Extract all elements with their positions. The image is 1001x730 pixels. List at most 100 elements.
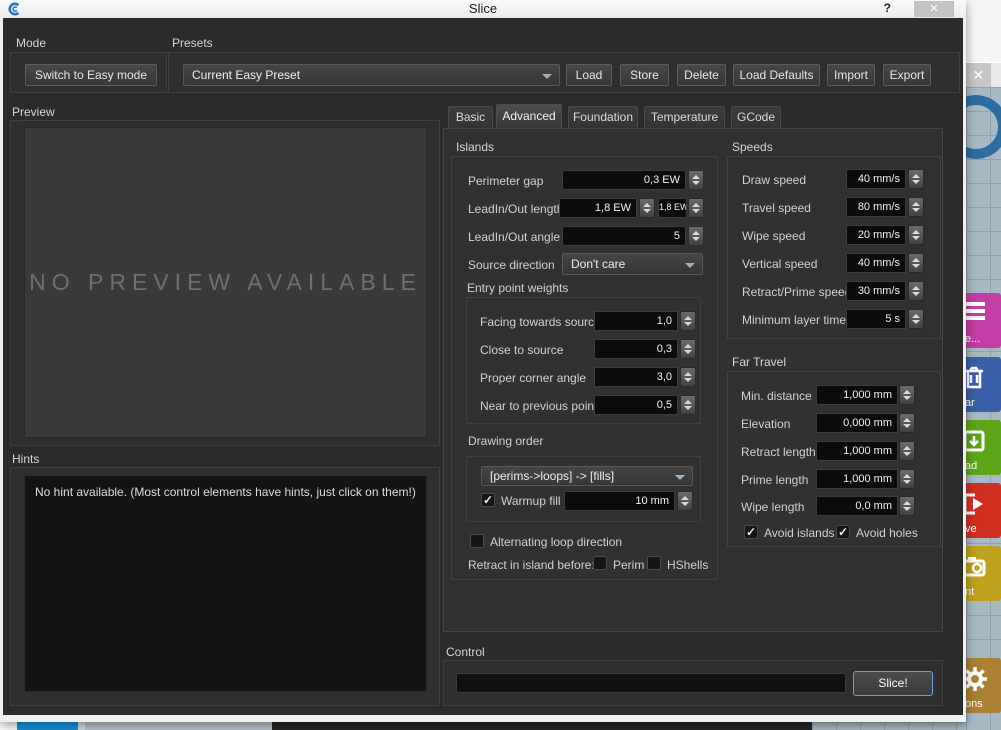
wipe-speed-label: Wipe speed (742, 229, 805, 243)
drawing-order-select[interactable]: [perims->loops] -> [fills] (481, 466, 693, 486)
retract-perim-checkbox[interactable] (593, 556, 607, 570)
warmup-fill-checkbox[interactable] (481, 493, 495, 507)
sidebar-button-label: ar (965, 397, 975, 409)
background-bottom-divider (78, 722, 85, 730)
background-close-button[interactable]: ✕ (966, 63, 991, 87)
switch-easy-mode-button[interactable]: Switch to Easy mode (25, 64, 157, 86)
leadout-length-input[interactable]: 1,8 EW (658, 198, 687, 218)
slice-dialog: Slice ? ✕ Mode Switch to Easy mode Prese… (0, 0, 966, 722)
help-button[interactable]: ? (884, 1, 891, 15)
gear-icon (963, 664, 989, 701)
store-button[interactable]: Store (620, 64, 669, 86)
hints-panel: No hint available. (Most control element… (24, 475, 427, 692)
draw-speed-input[interactable]: 40 mm/s (846, 169, 906, 189)
retract-prime-speed-input[interactable]: 30 mm/s (846, 281, 906, 301)
min-distance-spinner[interactable] (899, 385, 915, 405)
near-previous-spinner[interactable] (680, 395, 696, 415)
proper-corner-input[interactable]: 3,0 (594, 367, 678, 387)
sidebar-button-label: ve (965, 523, 977, 535)
close-source-input[interactable]: 0,3 (594, 339, 678, 359)
drawing-order-label: Drawing order (468, 434, 543, 448)
sidebar-button-save[interactable]: ve (963, 483, 1001, 538)
wipe-length-spinner[interactable] (899, 496, 915, 516)
facing-source-input[interactable]: 1,0 (594, 311, 678, 331)
perimeter-gap-spinner[interactable] (688, 170, 704, 190)
vertical-speed-input[interactable]: 40 mm/s (846, 253, 906, 273)
source-direction-select[interactable]: Don't care (562, 253, 703, 275)
travel-speed-spinner[interactable] (908, 197, 924, 217)
min-distance-input[interactable]: 1,000 mm (816, 385, 898, 405)
leadinout-angle-input[interactable]: 5 (562, 226, 686, 246)
retract-length-label: Retract length (741, 445, 816, 459)
tab-foundation[interactable]: Foundation (568, 106, 638, 128)
draw-speed-spinner[interactable] (908, 169, 924, 189)
dialog-title: Slice (0, 1, 966, 16)
leadinout-length-label: LeadIn/Out length (468, 202, 563, 216)
wipe-speed-spinner[interactable] (908, 225, 924, 245)
wipe-speed-input[interactable]: 20 mm/s (846, 225, 906, 245)
perimeter-gap-input[interactable]: 0,3 EW (562, 170, 686, 190)
preview-panel: NO PREVIEW AVAILABLE (24, 127, 427, 438)
import-button[interactable]: Import (827, 64, 875, 86)
perimeter-gap-label: Perimeter gap (468, 174, 543, 188)
sidebar-button-label: ad (965, 460, 977, 472)
mode-group-label: Mode (16, 36, 46, 50)
leadin-length-input[interactable]: 1,8 EW (559, 198, 637, 218)
leadout-length-spinner[interactable] (688, 198, 704, 218)
vertical-speed-spinner[interactable] (908, 253, 924, 273)
elevation-label: Elevation (741, 417, 790, 431)
prime-length-input[interactable]: 1,000 mm (816, 469, 898, 489)
elevation-spinner[interactable] (899, 413, 915, 433)
min-layer-time-spinner[interactable] (908, 309, 924, 329)
retract-hshells-checkbox[interactable] (647, 556, 661, 570)
facing-source-spinner[interactable] (680, 311, 696, 331)
sidebar-button-label: e... (965, 333, 980, 345)
slice-button[interactable]: Slice! (853, 671, 933, 696)
retract-prime-speed-spinner[interactable] (908, 281, 924, 301)
leadinout-angle-label: LeadIn/Out angle (468, 230, 560, 244)
tab-advanced[interactable]: Advanced (496, 104, 562, 128)
load-button[interactable]: Load (566, 64, 612, 86)
preset-select[interactable]: Current Easy Preset (183, 64, 560, 86)
sidebar-button-options[interactable]: ons (963, 658, 1001, 713)
background-bottom-left (0, 722, 17, 730)
near-previous-input[interactable]: 0,5 (594, 395, 678, 415)
tab-basic[interactable]: Basic (448, 106, 493, 128)
proper-corner-spinner[interactable] (680, 367, 696, 387)
advanced-tab-panel: Islands Perimeter gap 0,3 EW LeadIn/Out … (443, 128, 943, 632)
close-icon: ✕ (973, 67, 985, 83)
avoid-islands-label: Avoid islands (764, 526, 835, 540)
retract-length-input[interactable]: 1,000 mm (816, 441, 898, 461)
wipe-length-label: Wipe length (741, 500, 804, 514)
warmup-fill-input[interactable]: 10 mm (564, 491, 675, 511)
travel-speed-label: Travel speed (742, 201, 811, 215)
prime-length-spinner[interactable] (899, 469, 915, 489)
tab-gcode[interactable]: GCode (731, 106, 781, 128)
preset-selected-value: Current Easy Preset (192, 68, 300, 82)
dialog-titlebar[interactable]: Slice ? ✕ (0, 0, 966, 18)
sidebar-button-load[interactable]: ad (963, 420, 1001, 475)
leadinout-angle-spinner[interactable] (688, 226, 704, 246)
alternating-loop-checkbox[interactable] (470, 534, 484, 548)
sidebar-button-print[interactable]: nt (963, 546, 1001, 601)
min-layer-time-input[interactable]: 5 s (846, 309, 906, 329)
tab-temperature[interactable]: Temperature (644, 106, 725, 128)
warmup-fill-spinner[interactable] (677, 491, 693, 511)
avoid-holes-checkbox[interactable] (836, 525, 850, 539)
delete-button[interactable]: Delete (677, 64, 726, 86)
dialog-close-button[interactable]: ✕ (914, 1, 954, 17)
elevation-input[interactable]: 0,000 mm (816, 413, 898, 433)
avoid-islands-checkbox[interactable] (744, 525, 758, 539)
close-source-spinner[interactable] (680, 339, 696, 359)
sidebar-button-slice[interactable]: e... (963, 293, 1001, 348)
leadin-length-spinner[interactable] (639, 198, 655, 218)
sidebar-button-label: ons (965, 698, 983, 710)
retract-length-spinner[interactable] (899, 441, 915, 461)
export-button[interactable]: Export (883, 64, 931, 86)
load-defaults-button[interactable]: Load Defaults (733, 64, 820, 86)
print-icon (963, 552, 987, 585)
wipe-length-input[interactable]: 0,0 mm (816, 496, 898, 516)
sidebar-button-clear[interactable]: ar (963, 357, 1001, 412)
travel-speed-input[interactable]: 80 mm/s (846, 197, 906, 217)
preview-group-label: Preview (12, 105, 55, 119)
